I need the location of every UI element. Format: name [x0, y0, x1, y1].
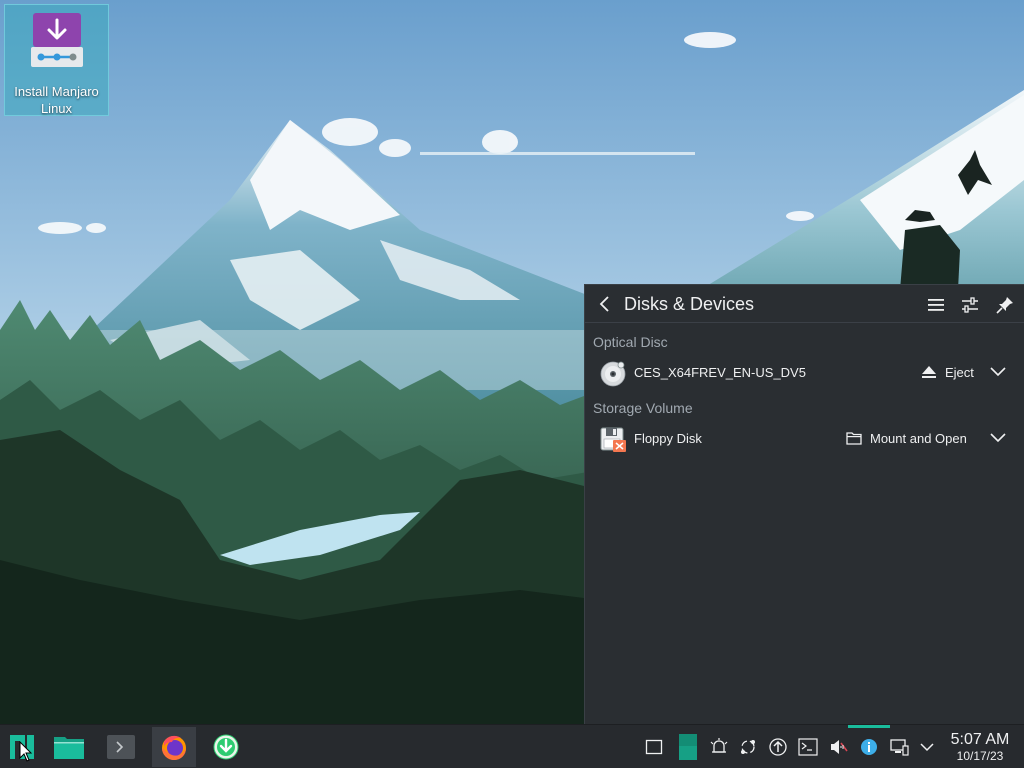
- clock-date: 10/17/23: [956, 749, 1004, 763]
- cursor-arrow-icon: [19, 740, 33, 762]
- chevron-left-icon: [599, 296, 609, 312]
- eject-icon: [922, 366, 936, 378]
- clock-time: 5:07 AM: [950, 731, 1010, 748]
- update-icon: [769, 738, 787, 756]
- hamburger-menu-button[interactable]: [925, 294, 947, 316]
- desktop-icon-label: Install Manjaro Linux: [14, 84, 99, 116]
- pin-icon: [996, 297, 1013, 314]
- section-title-optical: Optical Disc: [593, 334, 668, 350]
- digital-clock[interactable]: 5:07 AM 10/17/23: [938, 731, 1022, 763]
- file-manager-button[interactable]: [47, 727, 91, 767]
- update-launcher-button[interactable]: [204, 727, 248, 767]
- eject-label: Eject: [945, 364, 974, 380]
- pin-button[interactable]: [994, 294, 1016, 316]
- configure-button[interactable]: [959, 294, 981, 316]
- updates-tray-button[interactable]: [767, 736, 789, 758]
- taskbar: 5:07 AM 10/17/23: [0, 724, 1024, 768]
- terminal-icon: [798, 738, 818, 756]
- kde-connect-button[interactable]: [737, 736, 759, 758]
- network-button[interactable]: [888, 736, 910, 758]
- mount-and-open-button[interactable]: Mount and Open: [846, 425, 967, 451]
- terminal-icon: [107, 735, 135, 759]
- device-name-floppy: Floppy Disk: [634, 431, 702, 446]
- section-title-storage: Storage Volume: [593, 400, 693, 416]
- optical-disc-icon: [599, 359, 627, 387]
- terminal-tray-button[interactable]: [797, 736, 819, 758]
- volume-muted-icon: [831, 740, 848, 754]
- firefox-icon: [162, 735, 186, 760]
- chevron-up-icon: [920, 743, 934, 752]
- info-button[interactable]: [858, 736, 880, 758]
- folder-icon: [846, 432, 862, 445]
- notifications-icon: [710, 738, 728, 753]
- hamburger-icon: [928, 299, 944, 311]
- desktop-icon-install-manjaro[interactable]: Install Manjaro Linux: [4, 4, 109, 116]
- volume-button[interactable]: [827, 736, 849, 758]
- disks-devices-popup: Disks & Devices Optical Disc CES_X64FREV…: [584, 284, 1024, 724]
- terminal-launcher-button[interactable]: [99, 727, 143, 767]
- sliders-icon: [962, 297, 978, 313]
- device-row-optical[interactable]: CES_X64FREV_EN-US_DV5 Eject: [585, 357, 1023, 387]
- firefox-button[interactable]: [152, 727, 196, 767]
- virtual-desktop-pager[interactable]: [677, 732, 699, 762]
- expand-floppy-button[interactable]: [987, 427, 1009, 449]
- chevron-down-icon: [990, 367, 1006, 377]
- show-desktop-icon: [645, 739, 663, 755]
- popup-header: Disks & Devices: [585, 285, 1024, 323]
- mouse-cursor: [19, 740, 33, 768]
- notifications-button[interactable]: [708, 736, 730, 758]
- info-icon: [861, 739, 877, 755]
- chevron-down-icon: [990, 433, 1006, 443]
- expand-optical-button[interactable]: [987, 361, 1009, 383]
- show-desktop-button[interactable]: [643, 736, 665, 758]
- mount-and-open-label: Mount and Open: [870, 430, 967, 446]
- tray-active-indicator: [848, 725, 890, 728]
- kde-connect-icon: [741, 740, 755, 754]
- popup-title: Disks & Devices: [624, 294, 755, 314]
- virtual-desktop-icon: [679, 734, 697, 760]
- file-manager-icon: [54, 737, 84, 759]
- back-button[interactable]: [595, 294, 615, 314]
- network-icon: [890, 739, 909, 756]
- installer-download-icon: [28, 11, 86, 69]
- device-name-optical: CES_X64FREV_EN-US_DV5: [634, 365, 806, 380]
- device-row-floppy[interactable]: Floppy Disk Mount and Open: [585, 423, 1023, 453]
- floppy-disk-icon: [599, 425, 627, 453]
- tray-expand-button[interactable]: [916, 736, 938, 758]
- update-icon: [213, 734, 239, 760]
- eject-button[interactable]: Eject: [921, 359, 974, 385]
